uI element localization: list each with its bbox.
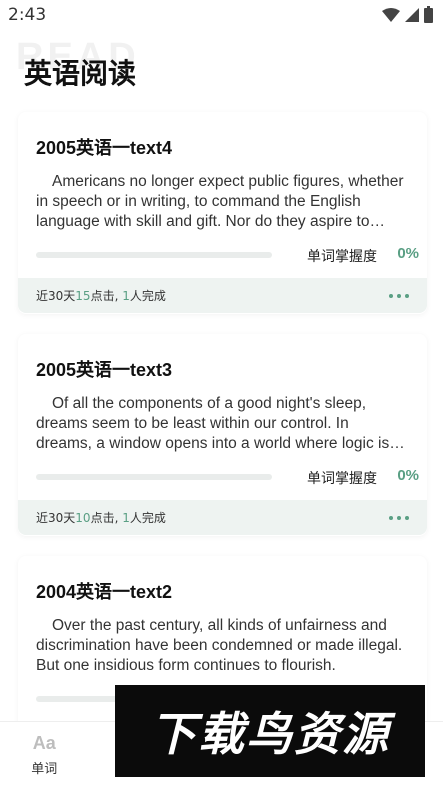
site-watermark-overlay: 下载鸟资源 (115, 685, 425, 777)
tab-label: 单词 (31, 761, 58, 777)
click-count: 10 (75, 511, 91, 525)
status-icons (382, 5, 433, 23)
article-excerpt: Of all the components of a good night's … (36, 395, 390, 452)
mastery-label: 单词掌握度 (307, 471, 377, 487)
article-title: 2004英语一text2 (36, 582, 173, 602)
article-title: 2005英语一text3 (36, 360, 173, 380)
article-excerpt: Americans no longer expect public figure… (36, 173, 404, 230)
mastery-value: 0% (397, 245, 419, 262)
stats-suffix: 人完成 (129, 289, 166, 303)
stats-prefix: 近30天 (36, 289, 76, 303)
mastery-label: 单词掌握度 (307, 249, 377, 265)
watermark-text: 下载鸟资源 (150, 707, 390, 761)
article-card[interactable]: 2005英语一text4 Americans no longer expect … (18, 112, 427, 314)
completed-count: 1 (122, 289, 130, 303)
completed-count: 1 (122, 511, 130, 525)
more-options-icon[interactable] (389, 293, 409, 298)
tab-1[interactable]: Aa 单词 (0, 722, 89, 787)
article-feed: 2005英语一text4 Americans no longer expect … (0, 112, 443, 778)
wifi-icon (382, 8, 400, 22)
mastery-progress-bar (36, 474, 272, 480)
more-options-icon[interactable] (389, 515, 409, 520)
signal-icon (405, 8, 419, 22)
status-time: 2:43 (8, 5, 47, 25)
card-footer: 近30天10点击, 1人完成 (18, 500, 427, 535)
stats-mid: 点击, (90, 289, 123, 303)
article-card[interactable]: 2005英语一text3 Of all the components of a … (18, 334, 427, 536)
stats-prefix: 近30天 (36, 511, 76, 525)
stats-mid: 点击, (90, 511, 123, 525)
page-title: 英语阅读 (24, 57, 137, 90)
mastery-progress-bar (36, 252, 272, 258)
card-footer: 近30天15点击, 1人完成 (18, 278, 427, 313)
article-stats: 近30天15点击, 1人完成 (36, 287, 166, 304)
battery-icon (424, 5, 433, 23)
click-count: 15 (75, 289, 91, 303)
article-stats: 近30天10点击, 1人完成 (36, 509, 166, 526)
stats-suffix: 人完成 (129, 511, 166, 525)
status-bar: 2:43 (0, 0, 443, 30)
article-excerpt: Over the past century, all kinds of unfa… (36, 617, 403, 674)
article-title: 2005英语一text4 (36, 138, 173, 158)
mastery-value: 0% (397, 467, 419, 484)
tab-icon: Aa (32, 732, 56, 753)
